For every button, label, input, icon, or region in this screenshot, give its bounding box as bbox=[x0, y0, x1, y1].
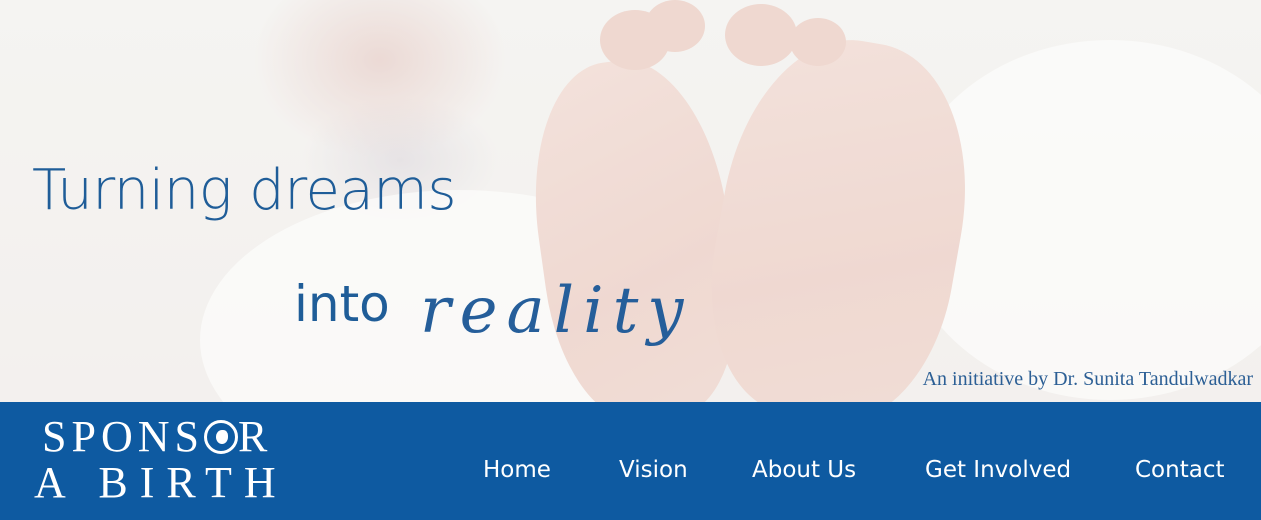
nav-home[interactable]: Home bbox=[483, 457, 551, 483]
logo-text-spons: SPONS bbox=[42, 412, 204, 461]
nav-vision[interactable]: Vision bbox=[619, 457, 688, 483]
hero-banner: Turning dreams into reality An initiativ… bbox=[0, 0, 1261, 402]
nav-get-involved[interactable]: Get Involved bbox=[925, 457, 1071, 483]
initiative-credit: An initiative by Dr. Sunita Tandulwadkar bbox=[922, 368, 1253, 390]
main-navbar: SPONS R A BIRTH Home Vision About Us Get … bbox=[0, 402, 1261, 520]
hero-headline: Turning dreams bbox=[32, 158, 457, 223]
embryo-icon bbox=[203, 420, 238, 454]
hero-headline-script: reality bbox=[420, 274, 693, 348]
logo-text-r: R bbox=[237, 412, 273, 461]
logo-line2: A BIRTH bbox=[34, 458, 288, 507]
nav-contact[interactable]: Contact bbox=[1135, 457, 1224, 483]
nav-about-us[interactable]: About Us bbox=[752, 457, 856, 483]
logo-line1: SPONS R bbox=[34, 414, 288, 460]
hero-headline-into: into bbox=[294, 275, 390, 333]
site-logo[interactable]: SPONS R A BIRTH bbox=[34, 414, 288, 506]
